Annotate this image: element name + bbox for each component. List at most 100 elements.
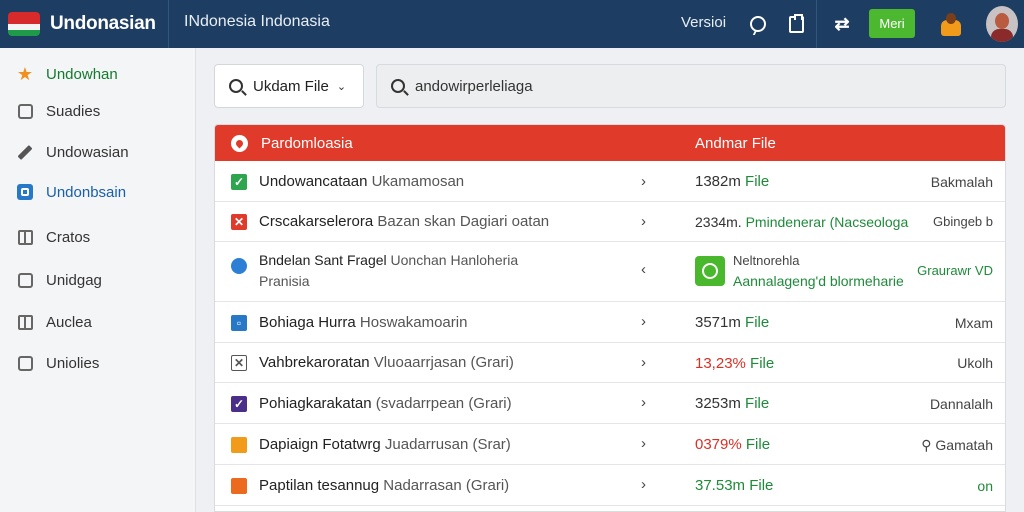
chat-icon[interactable] (746, 12, 770, 36)
checkbox-icon[interactable]: ▫ (231, 315, 247, 331)
user-icon: ⚲ (921, 437, 932, 453)
checkbox-checked-icon[interactable]: ✓ (231, 396, 247, 412)
checkbox-icon[interactable]: ✕ (231, 355, 247, 371)
sidebar-item-label: Undowasian (46, 143, 129, 161)
row-title: Vahbrekaroratan Vluoaarrjasan (Grari) (259, 354, 514, 371)
row-title: Crscakarselerora Bazan skan Dagiari oata… (259, 213, 550, 230)
table-row[interactable]: ✕ Crscakarselerora Bazan skan Dagiari oa… (215, 202, 1005, 242)
chevron-right-icon[interactable]: › (641, 313, 646, 330)
row-title: Bohiaga Hurra Hoswakamoarin (259, 314, 468, 331)
checkbox-icon[interactable] (231, 478, 247, 494)
chevron-right-icon[interactable]: › (641, 213, 646, 230)
row-status: Mxam (954, 315, 993, 331)
pencil-icon (16, 143, 34, 161)
column-header-file[interactable]: Andmar File (695, 135, 776, 152)
column-header-name[interactable]: Pardomloasia (261, 135, 353, 152)
row-title: Dapiaign Fotatwrg Juadarrusan (Srar) (259, 436, 511, 453)
sidebar-item-label: Unidgag (46, 271, 102, 289)
profile-avatar[interactable] (986, 6, 1018, 42)
sidebar-item-label: Uniolies (46, 354, 100, 372)
sidebar-item-label: Undowhan (46, 65, 118, 83)
chevron-right-icon[interactable]: › (641, 435, 646, 452)
files-table: Pardomloasia Andmar File ✓ Undowancataan… (214, 124, 1006, 512)
brand[interactable]: Undonasian (8, 8, 156, 40)
copy-icon (16, 354, 34, 372)
shuffle-icon[interactable]: ⇄ (830, 12, 854, 36)
calendar-icon (16, 313, 34, 331)
table-row[interactable]: Bndelan Sant Fragel Uonchan Hanloheria P… (215, 242, 1005, 302)
feature-line-1: Neltnorehla (733, 253, 800, 268)
table-row[interactable]: ▫ Bohiaga Hurra Hoswakamoarin › 3571m Fi… (215, 302, 1005, 343)
chevron-right-icon[interactable]: › (641, 354, 646, 371)
table-row[interactable]: ✓ Undowancataan Ukamamosan › 1382m File … (215, 161, 1005, 202)
chevron-left-icon[interactable]: ‹ (641, 261, 646, 278)
table-row[interactable]: ✕ Vahbrekaroratan Vluoaarrjasan (Grari) … (215, 343, 1005, 383)
star-icon: ★ (16, 64, 34, 84)
clipboard-icon[interactable] (784, 12, 808, 36)
table-row[interactable]: Dapiaign Fotatwrg Juadarrusan (Srar) › 0… (215, 424, 1005, 465)
chevron-down-icon: ⌄ (336, 80, 347, 93)
sidebar-item-undowasian[interactable]: Undowasian (0, 132, 196, 172)
row-size: 1382m File (695, 173, 770, 190)
header-title: INdonesia Indonasia (184, 13, 330, 30)
brand-name: Undonasian (50, 13, 156, 34)
sidebar-item-unidgag[interactable]: Unidgag (0, 260, 196, 300)
row-subtitle: Pranisia (259, 273, 310, 289)
row-size: 0379% File (695, 436, 771, 453)
table-row[interactable]: Paptilan tesannug Nadarrasan (Grari) › 3… (215, 465, 1005, 506)
checkbox-checked-icon[interactable]: ✓ (231, 174, 247, 190)
file-dropdown-button[interactable]: Ukdam File ⌄ (214, 64, 364, 108)
sidebar-item-label: Undonbsain (46, 183, 127, 201)
row-status: on (977, 478, 993, 494)
table-header: Pardomloasia Andmar File (215, 125, 1005, 161)
search-icon (229, 79, 243, 93)
sidebar: ★ Undowhan Suadies Undowasian Undonbsain… (0, 48, 196, 512)
row-size: 13,23% File (695, 355, 775, 372)
globe-icon (231, 258, 247, 274)
user-avatar-icon[interactable] (937, 10, 965, 38)
sidebar-item-suadies[interactable]: Suadies (0, 91, 196, 131)
row-size: 3253m File (695, 395, 770, 412)
row-status: ⚲ Gamatah (921, 437, 993, 453)
chevron-right-icon[interactable]: › (641, 173, 646, 190)
checkbox-x-icon[interactable]: ✕ (231, 214, 247, 230)
square-icon (16, 102, 34, 120)
chevron-right-icon[interactable]: › (641, 394, 646, 411)
search-bar[interactable] (376, 64, 1006, 108)
row-size: 2334m. Pmindenerar (Nacseologa (695, 214, 909, 230)
chevron-right-icon[interactable]: › (641, 476, 646, 493)
top-header: Undonasian INdonesia Indonasia Versioi ⇄… (0, 0, 1024, 48)
header-divider (816, 0, 817, 48)
checkbox-icon[interactable] (231, 437, 247, 453)
flag-logo-icon (8, 12, 40, 36)
table-row[interactable]: ✓ Pohiagkarakatan (svadarrpean (Grari) ›… (215, 383, 1005, 424)
header-divider (168, 0, 169, 48)
search-icon (391, 79, 405, 93)
grid-icon (16, 228, 34, 246)
sidebar-item-cratos[interactable]: Cratos (0, 217, 196, 257)
sidebar-item-label: Cratos (46, 228, 91, 246)
search-input[interactable] (415, 77, 975, 95)
row-status: Graurawr VD (917, 263, 993, 278)
sidebar-item-undowhan[interactable]: ★ Undowhan (0, 54, 196, 94)
square-icon (16, 271, 34, 289)
row-status: Ukolh (957, 355, 993, 371)
location-pin-icon (231, 135, 248, 152)
row-title: Pohiagkarakatan (svadarrpean (Grari) (259, 395, 512, 412)
row-status: Dannalalh (929, 396, 993, 412)
sidebar-item-undonbsain[interactable]: Undonbsain (0, 172, 196, 212)
row-title: Paptilan tesannug Nadarrasan (Grari) (259, 477, 510, 494)
row-size: 3571m File (695, 314, 770, 331)
sidebar-item-label: Auclea (46, 313, 92, 331)
file-dropdown-label: Ukdam File (253, 77, 329, 95)
row-size: 37.53m File (695, 477, 774, 494)
version-label[interactable]: Versioi (681, 14, 726, 31)
row-status: Bakmalah (930, 174, 993, 190)
sidebar-item-uniolies[interactable]: Uniolies (0, 343, 196, 383)
row-title: Bndelan Sant Fragel Uonchan Hanloheria (259, 252, 519, 268)
row-title: Undowancataan Ukamamosan (259, 173, 465, 190)
row-status: Gbingeb b (933, 214, 993, 229)
sidebar-item-label: Suadies (46, 102, 101, 120)
sidebar-item-auclea[interactable]: Auclea (0, 302, 196, 342)
primary-action-button[interactable]: Meri (869, 9, 915, 38)
